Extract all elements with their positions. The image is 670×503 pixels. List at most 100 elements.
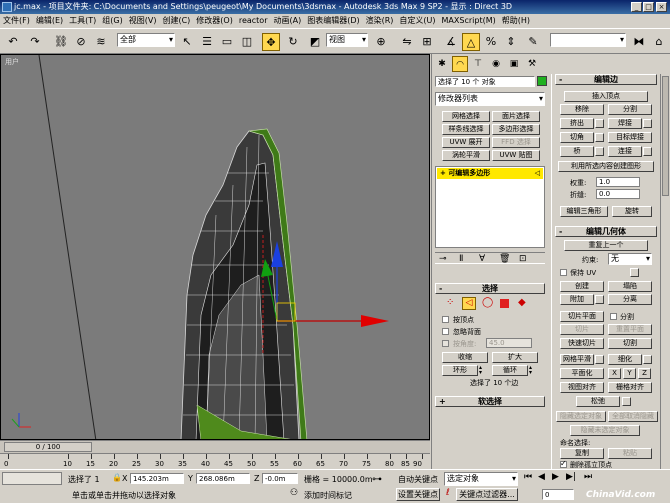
named-selection-icon[interactable]: ✎	[524, 33, 542, 51]
preserve-uv-checkbox[interactable]	[560, 269, 567, 276]
weight-spinner[interactable]: 1.0	[596, 177, 640, 187]
ring-button[interactable]: 环形	[442, 365, 478, 376]
chamfer-button[interactable]: 切角	[560, 132, 594, 143]
menu-help[interactable]: 帮助(H)	[499, 14, 533, 28]
y-coordinate-field[interactable]: 268.086m	[196, 473, 250, 484]
add-time-tag[interactable]: 添加时间标记	[304, 490, 352, 501]
edit-edges-rollout-header[interactable]: - 编辑边	[555, 74, 657, 85]
minimize-button[interactable]: _	[631, 2, 642, 12]
repeat-last-button[interactable]: 重复上一个	[564, 240, 648, 251]
split-button[interactable]: 分割	[608, 104, 652, 115]
bind-spacewarp-icon[interactable]: ≋	[92, 33, 110, 51]
loop-spinner-icon[interactable]: ▴ ▾	[529, 365, 535, 376]
current-frame-field[interactable]: 0	[542, 489, 574, 500]
make-unique-icon[interactable]: ∀	[479, 254, 485, 264]
play-icon[interactable]: ▶	[552, 472, 559, 482]
named-selection-set-select[interactable]	[550, 33, 626, 47]
menu-file[interactable]: 文件(F)	[0, 14, 33, 28]
reset-plane-button[interactable]: 重置平面	[608, 324, 652, 335]
bridge-button[interactable]: 桥	[560, 146, 594, 157]
menu-customize[interactable]: 自定义(U)	[396, 14, 438, 28]
create-button[interactable]: 创建	[560, 281, 604, 292]
utilities-tab-icon[interactable]: ⚒	[524, 56, 540, 72]
weld-settings-icon[interactable]	[643, 119, 652, 128]
mirror-icon[interactable]: ⇋	[398, 33, 416, 51]
spline-select-button[interactable]: 样条线选择	[442, 124, 490, 135]
grow-button[interactable]: 扩大	[492, 352, 538, 363]
bridge-settings-icon[interactable]	[595, 147, 604, 156]
goto-end-icon[interactable]: ⏭	[584, 472, 592, 482]
select-by-name-icon[interactable]: ☰	[198, 33, 216, 51]
next-frame-icon[interactable]: ▶|	[566, 472, 576, 482]
slice-plane-button[interactable]: 切片平面	[560, 311, 604, 322]
set-key-button[interactable]: 设置关键点	[396, 488, 440, 501]
remove-button[interactable]: 移除	[560, 104, 604, 115]
view-align-button[interactable]: 视图对齐	[560, 382, 604, 393]
make-planar-button[interactable]: 平面化	[560, 368, 604, 379]
connect-settings-icon[interactable]	[643, 147, 652, 156]
pivot-center-icon[interactable]: ⊕	[372, 33, 390, 51]
render-icon[interactable]: ⌂	[650, 33, 668, 51]
maxscript-listener[interactable]	[2, 472, 62, 485]
selection-count-field[interactable]: 选择了 10 个 对象	[435, 76, 535, 87]
percent-snap-icon[interactable]: %	[482, 33, 500, 51]
copy-button[interactable]: 复制	[560, 448, 604, 459]
cut-button[interactable]: 切割	[608, 338, 652, 349]
planar-y-button[interactable]: Y	[623, 368, 636, 379]
uvw-unwrap-button[interactable]: UVW 展开	[442, 137, 490, 148]
mirror-tool-icon[interactable]: ⧓	[630, 33, 648, 51]
window-crossing-icon[interactable]: ◫	[238, 33, 256, 51]
menu-rendering[interactable]: 渲染(R)	[363, 14, 397, 28]
uvw-map-button[interactable]: UVW 贴图	[492, 150, 540, 161]
turn-button[interactable]: 旋转	[612, 206, 652, 217]
key-filter-selection-select[interactable]: 选定对象	[444, 472, 518, 486]
relax-settings-icon[interactable]	[622, 397, 631, 406]
select-object-icon[interactable]: ↖	[178, 33, 196, 51]
insert-vertex-button[interactable]: 插入顶点	[564, 91, 648, 102]
relax-button[interactable]: 松弛	[576, 396, 620, 407]
align-icon[interactable]: ⊞	[418, 33, 436, 51]
ffd-select-button[interactable]: FFD 选择	[492, 137, 540, 148]
key-mode-icon[interactable]: ⊶	[372, 474, 382, 485]
track-bar[interactable]: 0 10 15 20 25 30 35 40 45 50 55 60 65 70…	[0, 453, 430, 469]
close-button[interactable]: ×	[656, 2, 667, 12]
crease-spinner[interactable]: 0.0	[596, 189, 640, 199]
edit-geometry-rollout-header[interactable]: - 编辑几何体	[555, 226, 657, 237]
menu-group[interactable]: 组(G)	[99, 14, 125, 28]
soft-selection-rollout-header[interactable]: + 软选择	[435, 396, 545, 407]
motion-tab-icon[interactable]: ◉	[488, 56, 504, 72]
angle-spinner[interactable]: 45.0	[486, 338, 532, 348]
object-color-swatch[interactable]	[537, 76, 547, 86]
selection-rollout-header[interactable]: - 选择	[435, 283, 545, 294]
detach-button[interactable]: 分离	[608, 294, 652, 305]
select-rotate-icon[interactable]: ↻	[284, 33, 302, 51]
panel-scrollbar[interactable]	[660, 74, 670, 469]
menu-tools[interactable]: 工具(T)	[66, 14, 99, 28]
display-tab-icon[interactable]: ▣	[506, 56, 522, 72]
rect-selection-icon[interactable]: ▭	[218, 33, 236, 51]
meshsmooth-button[interactable]: 网格平滑	[560, 354, 594, 365]
key-tangent-icon[interactable]: ℓ	[446, 488, 450, 498]
selection-lock-icon[interactable]: 🔒	[112, 473, 122, 482]
tessellate-button[interactable]: 细化	[608, 354, 642, 365]
goto-start-icon[interactable]: ⏮	[524, 472, 532, 482]
menu-views[interactable]: 视图(V)	[126, 14, 160, 28]
extrude-button[interactable]: 挤出	[560, 118, 594, 129]
mesh-select-button[interactable]: 网格选择	[442, 111, 490, 122]
meshsmooth-settings-icon[interactable]	[595, 355, 604, 364]
ring-spinner-icon[interactable]: ▴ ▾	[479, 365, 485, 376]
menu-maxscript[interactable]: MAXScript(M)	[439, 14, 499, 28]
create-shape-button[interactable]: 利用所选内容创建图形	[558, 161, 654, 172]
z-coordinate-field[interactable]: -0.0m	[262, 473, 298, 484]
viewport[interactable]: 用户	[0, 54, 430, 440]
extrude-settings-icon[interactable]	[595, 119, 604, 128]
create-tab-icon[interactable]: ✱	[434, 56, 450, 72]
configure-sets-icon[interactable]: ⊡	[519, 254, 527, 264]
edge-level-icon[interactable]: ◁	[462, 297, 476, 310]
hide-selected-button[interactable]: 隐藏选定对象	[556, 411, 606, 422]
auto-key-button[interactable]: 自动关键点	[398, 474, 438, 485]
unhide-all-button[interactable]: 全部取消隐藏	[608, 411, 658, 422]
reference-coordinate-select[interactable]: 视图	[326, 33, 368, 47]
unlink-icon[interactable]: ⊘	[72, 33, 90, 51]
undo-icon[interactable]: ↶	[4, 33, 22, 51]
